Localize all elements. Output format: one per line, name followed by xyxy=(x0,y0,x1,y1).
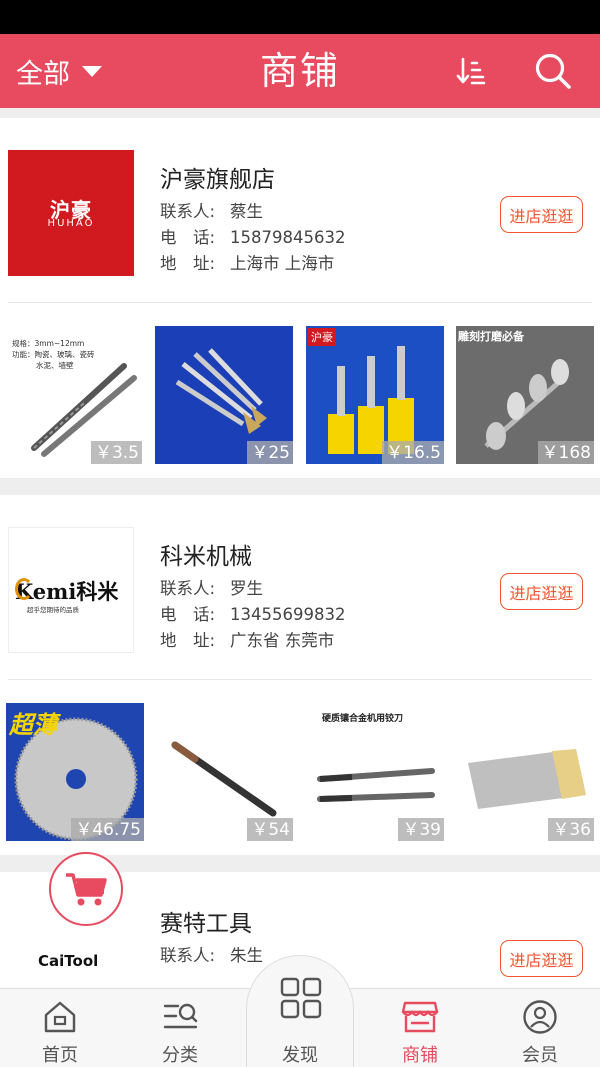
floating-cart-button[interactable] xyxy=(49,852,123,926)
tab-label: 发现 xyxy=(282,1045,318,1066)
divider xyxy=(8,302,592,303)
logo-subtext: 超乎您期待的品质 xyxy=(27,606,79,614)
contact-value: 蔡生 xyxy=(230,202,263,221)
tab-home[interactable]: 首页 xyxy=(0,989,120,1067)
home-icon xyxy=(40,998,80,1036)
phone-label: 电 话: xyxy=(160,605,216,624)
product-thumb[interactable]: 超薄 ￥46.75 xyxy=(6,703,144,841)
product-thumb[interactable]: ￥54 xyxy=(155,703,293,841)
product-thumb[interactable]: 沪豪 ￥16.5 xyxy=(306,326,444,464)
discover-icon xyxy=(279,976,323,1020)
tab-label: 会员 xyxy=(522,1045,558,1066)
shop-card: Kemi科米 超乎您期待的品质 科米机械 联系人: 罗生 电 话: 13455699… xyxy=(0,495,600,855)
product-price: ￥39 xyxy=(398,818,444,841)
phone-label: 电 话: xyxy=(160,228,216,247)
caret-down-icon xyxy=(82,65,102,77)
tab-label: 分类 xyxy=(162,1045,198,1066)
contact-label: 联系人: xyxy=(160,202,216,221)
product-strip: 规格：3mm~12mm 功能：陶瓷、玻璃、瓷砖 水泥、墙壁 ￥3.5 ￥25 沪… xyxy=(0,326,600,464)
search-icon xyxy=(535,53,571,89)
contact-label: 联系人: xyxy=(160,579,216,598)
shop-icon xyxy=(400,998,440,1036)
address-value: 上海市 上海市 xyxy=(230,254,335,273)
shop-contact: 联系人: 蔡生 xyxy=(160,198,263,222)
product-price: ￥3.5 xyxy=(90,441,142,464)
product-thumb[interactable]: 硬质镶合金机用铰刀 ￥39 xyxy=(306,703,444,841)
shop-logo: 沪豪 HUHAO xyxy=(8,150,134,276)
phone-value: 13455699832 xyxy=(230,605,346,624)
product-caption: 超薄 xyxy=(9,711,57,739)
address-value: 广东省 东莞市 xyxy=(230,631,335,650)
enter-shop-button[interactable]: 进店逛逛 xyxy=(500,573,583,610)
product-caption: 雕刻打磨必备 xyxy=(458,330,524,343)
product-strip: 超薄 ￥46.75 ￥54 硬质镶合金机用铰刀 ￥39 ￥36 xyxy=(0,703,600,841)
shop-card: 沪豪 HUHAO 沪豪旗舰店 联系人: 蔡生 电 话: 15879845632 地 … xyxy=(0,118,600,478)
tab-label: 商铺 xyxy=(402,1045,438,1066)
shop-contact: 联系人: 朱生 xyxy=(160,942,263,966)
logo-swoosh xyxy=(15,578,33,600)
filter-label: 全部 xyxy=(16,58,70,90)
product-price: ￥36 xyxy=(548,818,594,841)
product-thumb[interactable]: 雕刻打磨必备 ￥168 xyxy=(456,326,594,464)
status-bar xyxy=(0,0,600,34)
logo-subtext: HUHAO xyxy=(47,218,95,229)
sort-button[interactable] xyxy=(448,48,494,94)
product-brand-tag: 沪豪 xyxy=(308,328,336,346)
product-caption: 硬质镶合金机用铰刀 xyxy=(322,714,404,724)
tab-discover[interactable]: 发现 xyxy=(246,955,354,1067)
shop-logo: Kemi科米 超乎您期待的品质 xyxy=(8,527,134,653)
shop-phone: 电 话: 13455699832 xyxy=(160,601,345,625)
shop-address: 地 址: 上海市 上海市 xyxy=(160,250,334,274)
enter-shop-button[interactable]: 进店逛逛 xyxy=(500,940,583,977)
product-thumb[interactable]: ￥36 xyxy=(456,703,594,841)
product-price: ￥168 xyxy=(537,441,594,464)
contact-value: 罗生 xyxy=(230,579,263,598)
product-price: ￥46.75 xyxy=(71,818,144,841)
category-icon xyxy=(160,998,200,1036)
phone-value: 15879845632 xyxy=(230,228,346,247)
product-price: ￥16.5 xyxy=(382,441,444,464)
search-button[interactable] xyxy=(530,48,576,94)
product-thumb[interactable]: ￥25 xyxy=(155,326,293,464)
contact-value: 朱生 xyxy=(230,946,263,965)
contact-label: 联系人: xyxy=(160,946,216,965)
category-filter-dropdown[interactable]: 全部 xyxy=(16,34,102,108)
address-label: 地 址: xyxy=(160,631,216,650)
shop-header[interactable]: Kemi科米 超乎您期待的品质 科米机械 联系人: 罗生 电 话: 13455699… xyxy=(0,495,600,671)
enter-shop-button[interactable]: 进店逛逛 xyxy=(500,196,583,233)
member-icon xyxy=(520,998,560,1036)
tab-shop[interactable]: 商铺 xyxy=(360,989,480,1067)
shop-contact: 联系人: 罗生 xyxy=(160,575,263,599)
shop-name: 赛特工具 xyxy=(160,911,252,937)
tab-label: 首页 xyxy=(42,1045,78,1066)
product-price: ￥54 xyxy=(247,818,293,841)
shop-name: 科米机械 xyxy=(160,544,252,570)
shop-phone: 电 话: 15879845632 xyxy=(160,224,345,248)
product-price: ￥25 xyxy=(247,441,293,464)
logo-text: CaiTool xyxy=(38,952,99,970)
app-header: 全部 商铺 xyxy=(0,34,600,108)
sort-icon xyxy=(456,57,486,85)
shop-header[interactable]: 沪豪 HUHAO 沪豪旗舰店 联系人: 蔡生 电 话: 15879845632 地 … xyxy=(0,118,600,294)
cart-icon xyxy=(66,873,107,906)
shop-name: 沪豪旗舰店 xyxy=(160,167,275,193)
divider xyxy=(8,679,592,680)
product-thumb[interactable]: 规格：3mm~12mm 功能：陶瓷、玻璃、瓷砖 水泥、墙壁 ￥3.5 xyxy=(4,326,142,464)
tab-member[interactable]: 会员 xyxy=(480,989,600,1067)
tab-category[interactable]: 分类 xyxy=(120,989,240,1067)
address-label: 地 址: xyxy=(160,254,216,273)
shop-address: 地 址: 广东省 东莞市 xyxy=(160,627,334,651)
